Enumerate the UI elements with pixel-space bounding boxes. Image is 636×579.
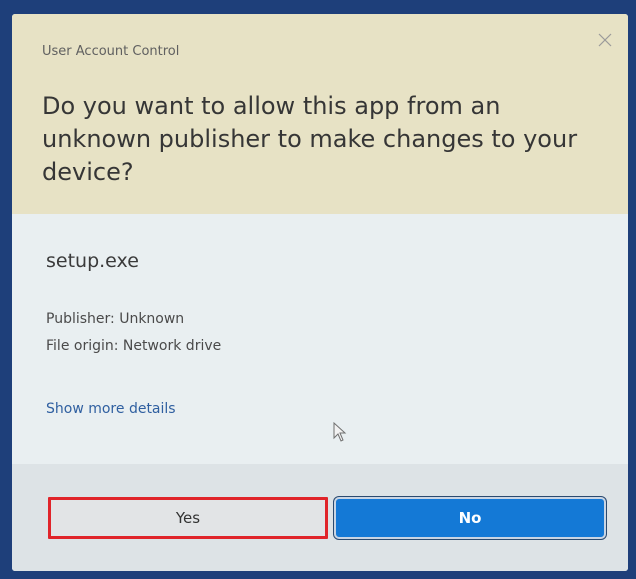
dialog-footer: Yes No bbox=[12, 464, 628, 571]
app-name: setup.exe bbox=[46, 250, 139, 272]
dialog-body: setup.exe Publisher: Unknown File origin… bbox=[12, 214, 628, 464]
no-button[interactable]: No bbox=[334, 497, 606, 539]
dialog-header: User Account Control Do you want to allo… bbox=[12, 14, 628, 214]
show-more-details-link[interactable]: Show more details bbox=[46, 401, 176, 417]
close-button[interactable] bbox=[594, 29, 616, 51]
yes-button[interactable]: Yes bbox=[48, 497, 328, 539]
publisher-info: Publisher: Unknown bbox=[46, 311, 185, 327]
uac-dialog: User Account Control Do you want to allo… bbox=[12, 14, 628, 571]
mouse-pointer-icon bbox=[333, 421, 347, 446]
close-icon bbox=[598, 33, 612, 47]
uac-question: Do you want to allow this app from an un… bbox=[42, 92, 578, 186]
dialog-title: User Account Control bbox=[42, 44, 180, 59]
file-origin-info: File origin: Network drive bbox=[46, 338, 222, 354]
